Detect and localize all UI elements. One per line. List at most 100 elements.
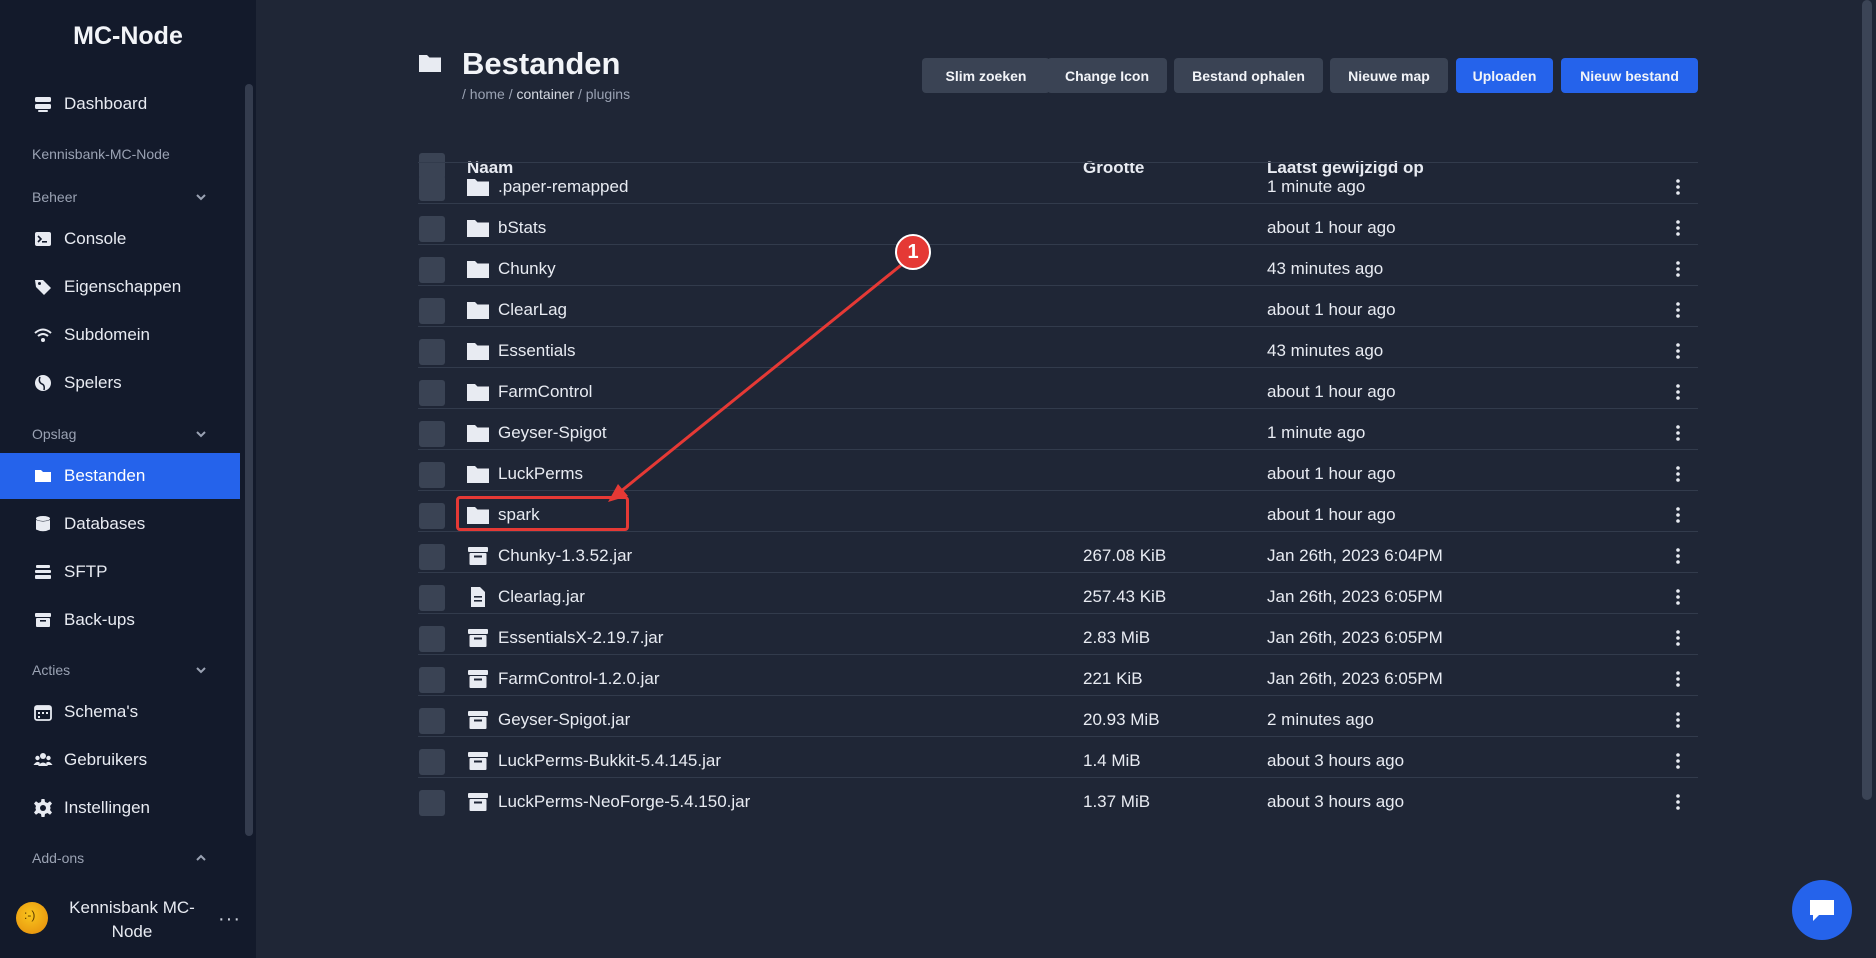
folder-icon xyxy=(466,422,490,444)
sidebar-item-console[interactable]: Console xyxy=(0,216,240,262)
sidebar-item-label: Databases xyxy=(64,514,146,533)
sidebar-item-sftp[interactable]: SFTP xyxy=(0,549,240,595)
row-checkbox[interactable] xyxy=(419,749,445,775)
breadcrumb: / home / container / plugins xyxy=(462,86,631,102)
gear-icon xyxy=(32,797,54,819)
more-options-icon[interactable] xyxy=(1668,669,1688,689)
more-options-icon[interactable] xyxy=(1668,710,1688,730)
row-checkbox[interactable] xyxy=(419,216,445,242)
sidebar-item-gebruikers[interactable]: Gebruikers xyxy=(0,737,240,783)
user-box[interactable]: :-) Kennisbank MC-Node ··· xyxy=(0,890,256,950)
sidebar-item-label: Spelers xyxy=(64,373,122,392)
chevron-down-icon xyxy=(196,194,206,201)
sidebar-item-schemas[interactable]: Schema's xyxy=(0,689,240,735)
archive-icon xyxy=(466,750,490,772)
section-opslag[interactable]: Opslag xyxy=(32,426,208,442)
more-options-icon[interactable] xyxy=(1668,792,1688,812)
chat-button[interactable] xyxy=(1792,880,1852,940)
main-scrollbar[interactable] xyxy=(1862,0,1872,800)
more-options-icon[interactable] xyxy=(1668,423,1688,443)
folder-icon xyxy=(466,299,490,321)
more-options-icon[interactable] xyxy=(1668,628,1688,648)
row-checkbox[interactable] xyxy=(419,421,445,447)
sidebar-item-label: Subdomein xyxy=(64,325,151,344)
sidebar-item-databases[interactable]: Databases xyxy=(0,501,240,547)
row-checkbox[interactable] xyxy=(419,790,445,816)
file-name[interactable]: LuckPerms-NeoForge-5.4.150.jar xyxy=(498,778,750,826)
folder-icon xyxy=(466,217,490,239)
more-options-icon[interactable] xyxy=(1668,464,1688,484)
more-options-icon[interactable] xyxy=(1668,546,1688,566)
file-icon xyxy=(466,586,490,608)
row-checkbox[interactable] xyxy=(419,380,445,406)
brand-title: MC-Node xyxy=(73,22,183,50)
highlight-box xyxy=(456,496,629,531)
new-folder-button[interactable]: Nieuwe map xyxy=(1330,58,1448,93)
sidebar-item-dashboard[interactable]: Dashboard xyxy=(0,81,240,127)
sidebar-item-bestanden[interactable]: Bestanden xyxy=(0,453,240,499)
sidebar-item-label: Instellingen xyxy=(64,798,151,817)
sidebar-item-eigenschappen[interactable]: Eigenschappen xyxy=(0,264,240,310)
row-checkbox[interactable] xyxy=(419,339,445,365)
annotation-badge: 1 xyxy=(895,234,931,270)
tag-icon xyxy=(32,276,54,298)
sidebar-item-instellingen[interactable]: Instellingen xyxy=(0,785,240,831)
more-options-icon[interactable] xyxy=(1668,218,1688,238)
users-icon xyxy=(32,749,54,771)
row-checkbox[interactable] xyxy=(419,257,445,283)
new-file-button[interactable]: Nieuw bestand xyxy=(1561,58,1698,93)
archive-icon xyxy=(466,545,490,567)
upload-button[interactable]: Uploaden xyxy=(1456,58,1553,93)
row-checkbox[interactable] xyxy=(419,585,445,611)
avatar: :-) xyxy=(16,902,48,934)
row-checkbox[interactable] xyxy=(419,462,445,488)
sidebar: MC-Node Dashboard Kennisbank-MC-Node Beh… xyxy=(0,0,256,958)
chevron-down-icon xyxy=(196,431,206,438)
folder-icon xyxy=(466,463,490,485)
section-beheer[interactable]: Beheer xyxy=(32,189,208,205)
change-icon-button[interactable]: Change Icon xyxy=(1047,58,1167,93)
user-menu-button[interactable]: ··· xyxy=(218,908,241,931)
row-checkbox[interactable] xyxy=(419,175,445,201)
chevron-up-icon xyxy=(196,854,206,861)
more-options-icon[interactable] xyxy=(1668,177,1688,197)
smart-search-button[interactable]: Slim zoeken xyxy=(922,58,1050,93)
row-checkbox[interactable] xyxy=(419,626,445,652)
fetch-file-button[interactable]: Bestand ophalen xyxy=(1174,58,1323,93)
calendar-icon xyxy=(32,701,54,723)
folder-icon xyxy=(466,340,490,362)
sidebar-item-spelers[interactable]: Spelers xyxy=(0,360,240,406)
more-options-icon[interactable] xyxy=(1668,300,1688,320)
chevron-down-icon xyxy=(196,667,206,674)
sidebar-item-label: Console xyxy=(64,229,127,248)
section-addons[interactable]: Add-ons xyxy=(32,850,208,866)
row-checkbox[interactable] xyxy=(419,544,445,570)
sidebar-item-label: Gebruikers xyxy=(64,750,148,769)
row-checkbox[interactable] xyxy=(419,503,445,529)
row-checkbox[interactable] xyxy=(419,667,445,693)
stack-icon xyxy=(32,561,54,583)
breadcrumb-container[interactable]: container xyxy=(516,86,574,102)
sidebar-item-label: Schema's xyxy=(64,702,139,721)
sidebar-scrollbar[interactable] xyxy=(245,84,253,836)
more-options-icon[interactable] xyxy=(1668,382,1688,402)
section-acties[interactable]: Acties xyxy=(32,662,208,678)
more-options-icon[interactable] xyxy=(1668,751,1688,771)
database-icon xyxy=(32,513,54,535)
globe-icon xyxy=(32,372,54,394)
more-options-icon[interactable] xyxy=(1668,341,1688,361)
table-row[interactable]: LuckPerms-NeoForge-5.4.150.jar 1.37 MiB ab… xyxy=(418,777,1698,826)
sidebar-item-subdomein[interactable]: Subdomein xyxy=(0,312,240,358)
page-title: Bestanden xyxy=(462,46,621,81)
folder-icon xyxy=(418,52,442,74)
row-checkbox[interactable] xyxy=(419,708,445,734)
more-options-icon[interactable] xyxy=(1668,259,1688,279)
sidebar-item-label: Back-ups xyxy=(64,610,135,629)
row-checkbox[interactable] xyxy=(419,298,445,324)
more-options-icon[interactable] xyxy=(1668,505,1688,525)
more-options-icon[interactable] xyxy=(1668,587,1688,607)
folder-icon xyxy=(466,176,490,198)
folder-icon xyxy=(466,258,490,280)
chat-icon xyxy=(1810,900,1834,921)
sidebar-item-backups[interactable]: Back-ups xyxy=(0,597,240,643)
